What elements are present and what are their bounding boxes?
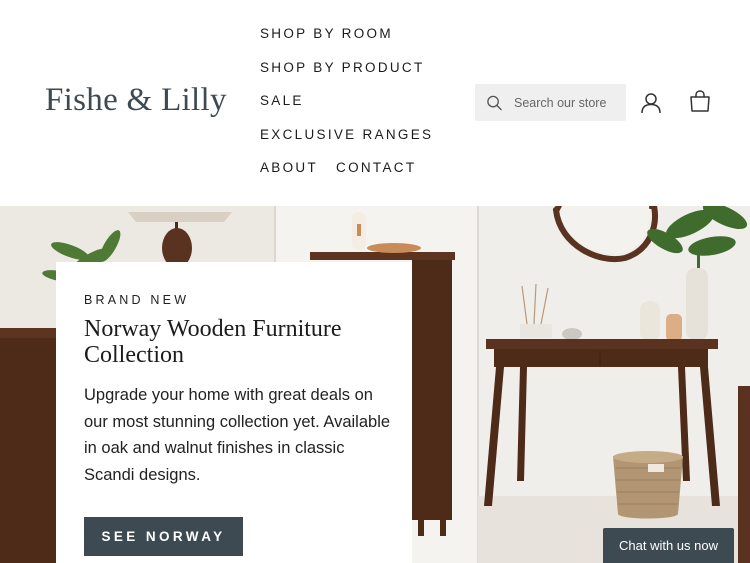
nav-sale[interactable]: SALE (260, 93, 304, 108)
user-icon[interactable] (639, 91, 663, 115)
nav-exclusive-ranges[interactable]: EXCLUSIVE RANGES (260, 127, 433, 142)
chat-label: Chat with us now (619, 538, 718, 553)
search-box[interactable] (475, 84, 626, 121)
nav-shop-by-room[interactable]: SHOP BY ROOM (260, 26, 393, 41)
main-nav: SHOP BY ROOM SHOP BY PRODUCT SALE EXCLUS… (260, 26, 433, 194)
chat-button[interactable]: Chat with us now (603, 528, 734, 563)
nav-shop-by-product[interactable]: SHOP BY PRODUCT (260, 60, 425, 75)
hero-card: BRAND NEW Norway Wooden Furniture Collec… (56, 262, 412, 563)
see-norway-button[interactable]: SEE NORWAY (84, 517, 243, 556)
site-header: Fishe & Lilly SHOP BY ROOM SHOP BY PRODU… (0, 0, 750, 206)
search-icon[interactable] (486, 94, 503, 112)
brand-logo[interactable]: Fishe & Lilly (45, 82, 227, 119)
nav-about[interactable]: ABOUT (260, 160, 318, 175)
hero-title: Norway Wooden Furniture Collection (84, 316, 342, 368)
hero-eyebrow: BRAND NEW (84, 293, 190, 307)
hero-body: Upgrade your home with great deals on ou… (84, 386, 391, 484)
search-input[interactable] (512, 94, 626, 111)
nav-contact[interactable]: CONTACT (336, 160, 416, 175)
shopping-bag-icon[interactable] (688, 89, 712, 113)
